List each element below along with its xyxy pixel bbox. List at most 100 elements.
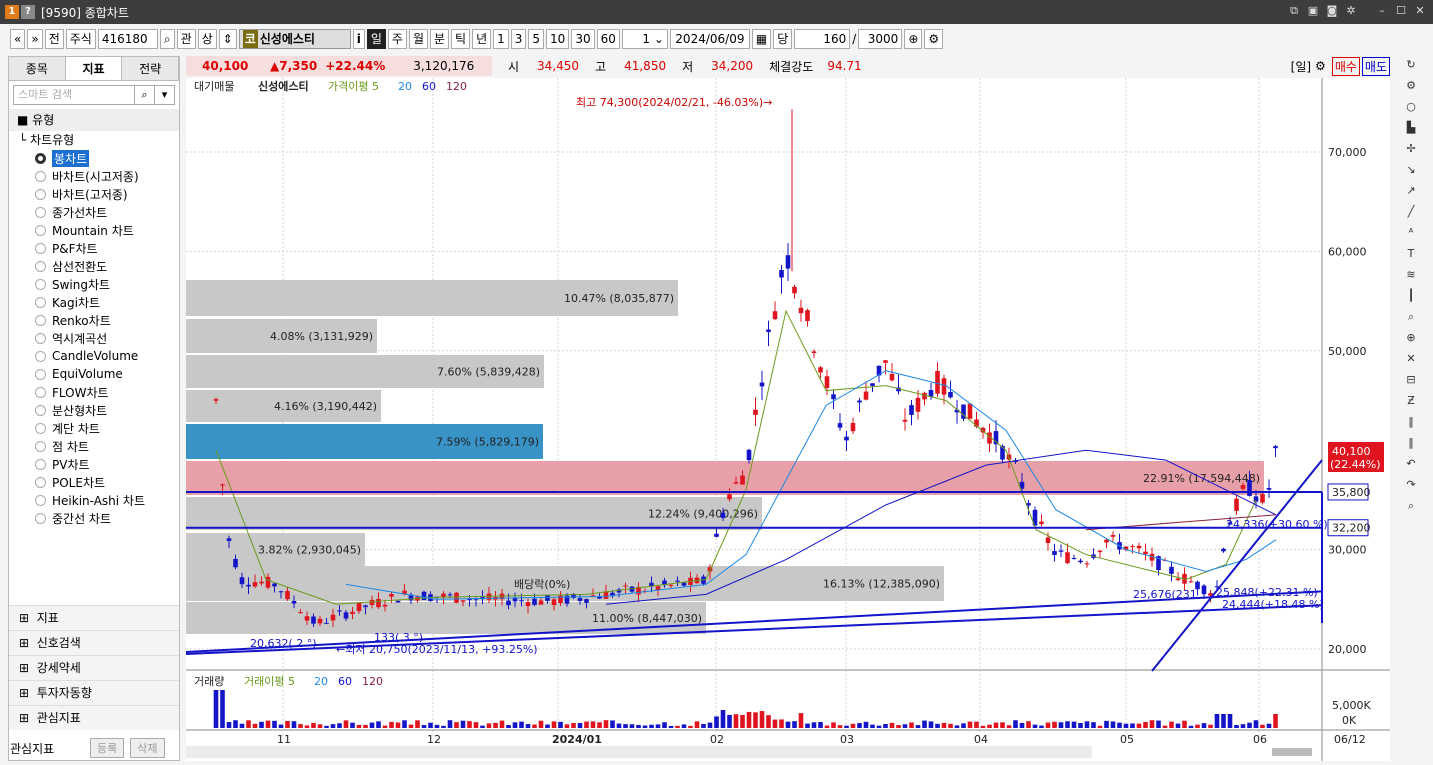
dropdown-icon[interactable]: ▾ (154, 86, 174, 104)
count-input[interactable]: 160 (794, 29, 851, 49)
circle-icon[interactable]: ○ (1402, 98, 1420, 116)
tab-strategy[interactable]: 전략 (122, 57, 180, 80)
price-chart[interactable]: 70,000 60,000 50,000 30,000 20,000 10.47% (8,… (185, 78, 1390, 761)
tab-stock[interactable]: 종목 (9, 57, 66, 80)
cross-icon[interactable]: ✕ (1402, 350, 1420, 368)
chart-type-option[interactable]: POLE차트 (9, 473, 179, 491)
line-icon[interactable]: ╱ (1402, 203, 1420, 221)
bars-icon[interactable]: ‖ (1402, 413, 1420, 431)
prev-button[interactable]: » (27, 29, 43, 49)
chart-type-option[interactable]: Kagi차트 (9, 293, 179, 311)
tick-3[interactable]: 3 (510, 29, 527, 49)
crosshair-icon[interactable]: ✢ (1402, 140, 1420, 158)
period-tick[interactable]: 틱 (451, 29, 471, 49)
radio-icon[interactable] (35, 458, 46, 470)
radio-icon[interactable] (35, 440, 46, 452)
updown-icon[interactable]: ⇕ (218, 29, 237, 49)
minimize-icon[interactable]: – (1375, 4, 1389, 18)
radio-icon[interactable] (35, 368, 46, 380)
chart-type-option[interactable]: Heikin-Ashi 차트 (9, 491, 179, 509)
chart-type-option[interactable]: Renko차트 (9, 311, 179, 329)
chart-type-option[interactable]: 바차트(시고저종) (9, 167, 179, 185)
tick-10[interactable]: 10 (546, 29, 570, 49)
tick-1[interactable]: 1 (493, 29, 509, 49)
chart-type-option[interactable]: PV차트 (9, 455, 179, 473)
candle-icon[interactable]: ┃ (1402, 287, 1420, 305)
zigzag-icon[interactable]: Ƶ (1402, 392, 1420, 410)
chart-area[interactable]: 70,000 60,000 50,000 30,000 20,000 10.47% (8,… (185, 78, 1390, 761)
zoom-icon[interactable]: ⊕ (1402, 329, 1420, 347)
search-icon[interactable]: ⌕ (134, 86, 154, 104)
refresh-icon[interactable]: ↻ (1402, 56, 1420, 74)
radio-icon[interactable] (35, 260, 46, 272)
chart-type-option[interactable]: 봉차트 (9, 149, 179, 167)
section-favorite[interactable]: ⊞ 관심지표 (9, 705, 179, 730)
magnify-icon[interactable]: ⌕ (1402, 308, 1420, 326)
interval-select[interactable]: 1 ⌄ (621, 29, 668, 49)
total-input[interactable]: 3000 (858, 29, 903, 49)
chart-type-option[interactable]: EquiVolume (9, 365, 179, 383)
chart-type-option[interactable]: 중간선 차트 (9, 509, 179, 527)
radio-icon[interactable] (35, 386, 46, 398)
close-icon[interactable]: ✕ (1413, 4, 1427, 18)
settings-icon[interactable]: ✲ (1344, 4, 1358, 18)
tick-30[interactable]: 30 (571, 29, 595, 49)
window-number-badge[interactable]: 1 (5, 5, 19, 19)
chart-type-option[interactable]: P&F차트 (9, 239, 179, 257)
radio-icon[interactable] (35, 332, 46, 344)
fibo-icon[interactable]: ≋ (1402, 266, 1420, 284)
radio-icon[interactable] (35, 296, 46, 308)
radio-icon[interactable] (35, 476, 46, 488)
search2-icon[interactable]: ⌕ (1402, 497, 1420, 515)
radio-icon[interactable] (35, 404, 46, 416)
redo-icon[interactable]: ↷ (1402, 476, 1420, 494)
group-header[interactable]: ■ 유형 (9, 109, 179, 131)
chart-icon[interactable]: ▙ (1402, 119, 1420, 137)
print-icon[interactable]: ▣ (1306, 4, 1320, 18)
tick-60[interactable]: 60 (596, 29, 620, 49)
chart-type-option[interactable]: 역시계곡선 (9, 329, 179, 347)
chart-type-option[interactable]: 삼선전환도 (9, 257, 179, 275)
tab-indicator[interactable]: 지표 (65, 57, 123, 80)
radio-icon[interactable] (35, 206, 46, 218)
period-week[interactable]: 주 (387, 29, 407, 49)
chart-type-header[interactable]: └ 차트유형 (9, 131, 179, 149)
section-signal[interactable]: ⊞ 신호검색 (9, 630, 179, 655)
sell-button[interactable]: 매도 (1361, 56, 1390, 76)
undo-icon[interactable]: ↶ (1402, 455, 1420, 473)
quote-gear-icon[interactable]: ⚙ (1315, 59, 1326, 73)
auto-icon[interactable]: ᴬ (1402, 224, 1420, 242)
chart-type-option[interactable]: Mountain 차트 (9, 221, 179, 239)
gear-icon[interactable]: ⚙ (1402, 77, 1420, 95)
tick-5[interactable]: 5 (528, 29, 545, 49)
radio-icon[interactable] (35, 188, 46, 200)
smart-search[interactable]: 스마트 검색 ⌕ ▾ (13, 85, 175, 105)
help-badge[interactable]: ? (21, 5, 35, 19)
radio-icon[interactable] (35, 170, 46, 182)
info-button[interactable]: i (352, 29, 365, 49)
period-year[interactable]: 년 (472, 29, 492, 49)
radio-icon[interactable] (35, 512, 46, 524)
search-icon[interactable]: ⌕ (159, 29, 175, 49)
code-input[interactable]: 416180 ⌄ (97, 29, 158, 64)
slope-icon[interactable]: ↗ (1402, 182, 1420, 200)
radio-icon[interactable] (35, 242, 46, 254)
link-icon[interactable]: ⧉ (1287, 4, 1301, 18)
chart-type-option[interactable]: 분산형차트 (9, 401, 179, 419)
maximize-icon[interactable]: ☐ (1394, 4, 1408, 18)
buy-button[interactable]: 매수 (1331, 56, 1360, 76)
text-icon[interactable]: T (1402, 245, 1420, 263)
camera-icon[interactable]: ◙ (1325, 4, 1339, 18)
radio-icon[interactable] (35, 314, 46, 326)
period-day[interactable]: 일 (366, 29, 386, 49)
chart-type-option[interactable]: 점 차트 (9, 437, 179, 455)
kwan-button[interactable]: 관 (176, 29, 196, 49)
radio-icon[interactable] (35, 422, 46, 434)
radio-icon[interactable] (35, 278, 46, 290)
sang-button[interactable]: 상 (197, 29, 217, 49)
period-minute[interactable]: 분 (429, 29, 450, 49)
market-select[interactable]: 주식 (65, 29, 96, 49)
radio-icon[interactable] (35, 494, 46, 506)
gear-icon[interactable]: ⚙ (924, 29, 944, 49)
delete-button[interactable]: 삭제 (130, 738, 165, 758)
